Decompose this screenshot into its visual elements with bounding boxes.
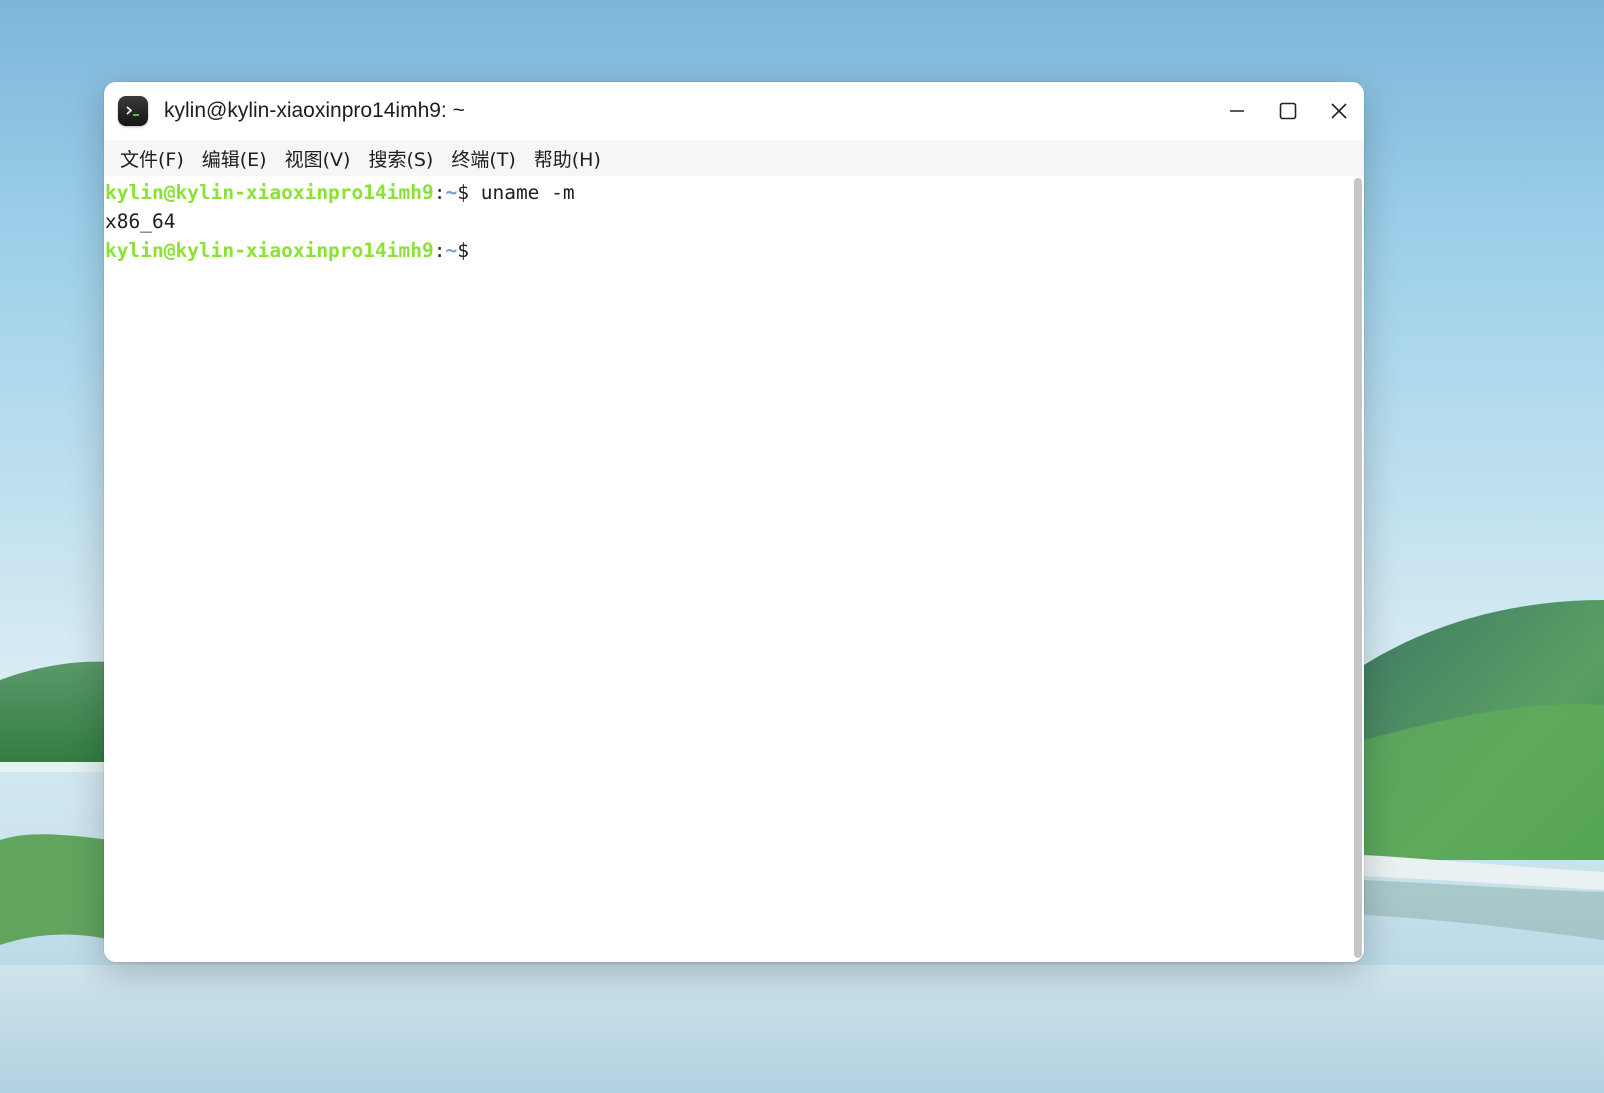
menu-search[interactable]: 搜索(S): [360, 145, 441, 172]
prompt-path: ~: [445, 239, 458, 262]
prompt-dollar: $: [457, 181, 469, 204]
menu-terminal[interactable]: 终端(T): [443, 145, 523, 172]
terminal-line: x86_64: [105, 207, 1364, 236]
title-bar[interactable]: kylin@kylin-xiaoxinpro14imh9: ~: [104, 82, 1364, 140]
menu-help[interactable]: 帮助(H): [526, 145, 609, 172]
menu-bar: 文件(F) 编辑(E) 视图(V) 搜索(S) 终端(T) 帮助(H): [104, 140, 1364, 176]
terminal-icon: [118, 96, 148, 126]
prompt-colon: :: [433, 239, 446, 262]
terminal-output[interactable]: kylin@kylin-xiaoxinpro14imh9:~$ uname -m…: [104, 176, 1364, 962]
prompt-path: ~: [445, 181, 458, 204]
minimize-button[interactable]: [1211, 82, 1262, 140]
close-button[interactable]: [1313, 82, 1364, 140]
terminal-line: kylin@kylin-xiaoxinpro14imh9:~$ uname -m: [105, 178, 1364, 207]
terminal-line: kylin@kylin-xiaoxinpro14imh9:~$: [105, 236, 1364, 265]
close-icon: [1330, 103, 1347, 119]
prompt-user-host: kylin@kylin-xiaoxinpro14imh9: [105, 239, 434, 262]
menu-view[interactable]: 视图(V): [277, 145, 359, 172]
menu-edit[interactable]: 编辑(E): [194, 145, 275, 172]
maximize-button[interactable]: [1262, 82, 1313, 140]
prompt-user-host: kylin@kylin-xiaoxinpro14imh9: [105, 181, 434, 204]
prompt-colon: :: [433, 181, 446, 204]
minimize-icon: [1229, 110, 1244, 112]
maximize-icon: [1279, 102, 1296, 120]
vertical-scrollbar[interactable]: [1354, 178, 1362, 958]
command-output: x86_64: [105, 210, 176, 233]
command-text: uname -m: [468, 181, 575, 204]
prompt-dollar: $: [457, 239, 469, 262]
window-controls: [1211, 82, 1364, 140]
terminal-window: kylin@kylin-xiaoxinpro14imh9: ~ 文件(F) 编辑…: [104, 82, 1364, 962]
menu-file[interactable]: 文件(F): [112, 145, 192, 172]
window-title: kylin@kylin-xiaoxinpro14imh9: ~: [164, 99, 465, 122]
